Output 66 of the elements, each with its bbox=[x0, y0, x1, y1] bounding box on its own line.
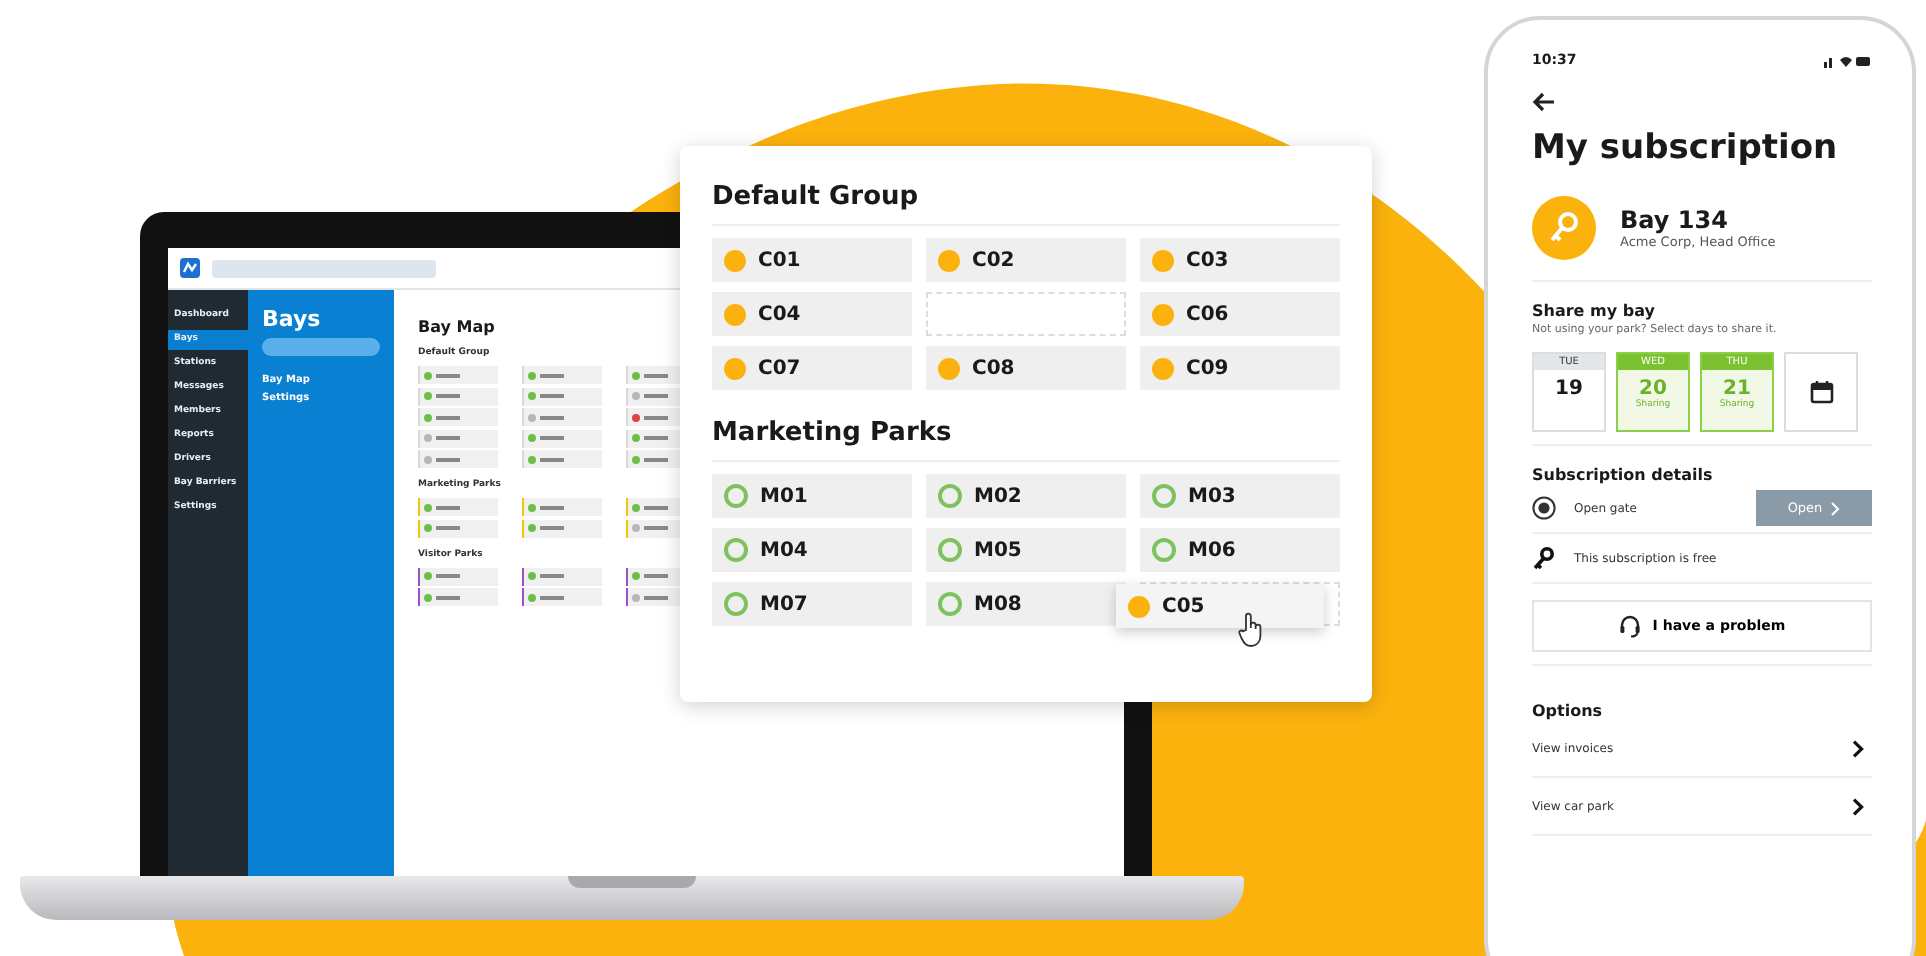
bay-tile[interactable]: C09 bbox=[1140, 346, 1340, 390]
bay-tile[interactable]: M03 bbox=[1140, 474, 1340, 518]
back-arrow-icon[interactable] bbox=[1532, 92, 1556, 112]
bay-tile[interactable]: C04 bbox=[712, 292, 912, 336]
screen-title: My subscription bbox=[1532, 128, 1840, 168]
key-icon bbox=[1532, 196, 1596, 260]
calendar-icon bbox=[1809, 380, 1833, 404]
bay-label: C07 bbox=[758, 357, 801, 379]
bay-tile[interactable]: C08 bbox=[926, 346, 1126, 390]
bay-tile[interactable]: M01 bbox=[712, 474, 912, 518]
bay-tile[interactable]: M04 bbox=[712, 528, 912, 572]
search-field[interactable] bbox=[262, 338, 380, 356]
chevron-icon bbox=[1852, 797, 1864, 815]
bay-tile[interactable]: C02 bbox=[926, 238, 1126, 282]
key-icon bbox=[1532, 546, 1556, 570]
panel-title: Bays bbox=[262, 306, 323, 332]
bay-tile[interactable] bbox=[418, 567, 498, 585]
bay-tile[interactable] bbox=[418, 519, 498, 537]
group-title: Default Group bbox=[712, 182, 1340, 226]
bay-label: M07 bbox=[760, 593, 808, 615]
status-icons bbox=[1824, 53, 1872, 67]
bay-label: C08 bbox=[972, 357, 1015, 379]
bay-label: M01 bbox=[760, 485, 808, 507]
group-title: Marketing Parks bbox=[712, 418, 1340, 462]
bay-tile[interactable] bbox=[418, 588, 498, 606]
bay-tile[interactable]: M08 bbox=[926, 582, 1126, 626]
bay-label: M05 bbox=[974, 539, 1022, 561]
bay-tile[interactable]: M07 bbox=[712, 582, 912, 626]
page-title: Bay Map bbox=[418, 318, 497, 336]
section-title: Share my bay bbox=[1532, 302, 1657, 320]
hand-cursor-icon bbox=[1238, 612, 1266, 648]
bay-tile[interactable] bbox=[418, 498, 498, 516]
bay-tile[interactable] bbox=[522, 567, 602, 585]
bay-label: M02 bbox=[974, 485, 1022, 507]
bay-label: C03 bbox=[1186, 249, 1229, 271]
bay-tile[interactable] bbox=[522, 519, 602, 537]
chevron-icon bbox=[1830, 501, 1841, 515]
bay-tile[interactable] bbox=[522, 588, 602, 606]
gate-icon bbox=[1532, 496, 1556, 520]
calendar-button[interactable] bbox=[1784, 352, 1858, 432]
bay-label: M04 bbox=[760, 539, 808, 561]
bay-name: Bay 134 bbox=[1620, 206, 1730, 234]
bay-tile[interactable]: C06 bbox=[1140, 292, 1340, 336]
bay-label: C06 bbox=[1186, 303, 1229, 325]
bay-tile[interactable]: C03 bbox=[1140, 238, 1340, 282]
bay-tile[interactable]: C01 bbox=[712, 238, 912, 282]
bay-tile[interactable] bbox=[522, 498, 602, 516]
dragged-bay-tile[interactable]: C05 bbox=[1116, 584, 1324, 628]
bay-tile[interactable]: C07 bbox=[712, 346, 912, 390]
bay-label: M03 bbox=[1188, 485, 1236, 507]
headset-icon bbox=[1618, 614, 1643, 638]
bay-label: M08 bbox=[974, 593, 1022, 615]
bay-label: C01 bbox=[758, 249, 801, 271]
bay-label: C09 bbox=[1186, 357, 1229, 379]
bay-label: C05 bbox=[1162, 595, 1205, 617]
section-title: Options bbox=[1532, 702, 1605, 720]
bay-tile[interactable]: M02 bbox=[926, 474, 1126, 518]
bay-tile[interactable]: M06 bbox=[1140, 528, 1340, 572]
logo-icon bbox=[180, 258, 200, 278]
bay-label: C02 bbox=[972, 249, 1015, 271]
bay-label: C04 bbox=[758, 303, 801, 325]
bay-label: M06 bbox=[1188, 539, 1236, 561]
section-title: Subscription details bbox=[1532, 466, 1715, 484]
search-field[interactable] bbox=[212, 259, 436, 277]
chevron-icon bbox=[1852, 739, 1864, 757]
bay-tile[interactable]: M05 bbox=[926, 528, 1126, 572]
